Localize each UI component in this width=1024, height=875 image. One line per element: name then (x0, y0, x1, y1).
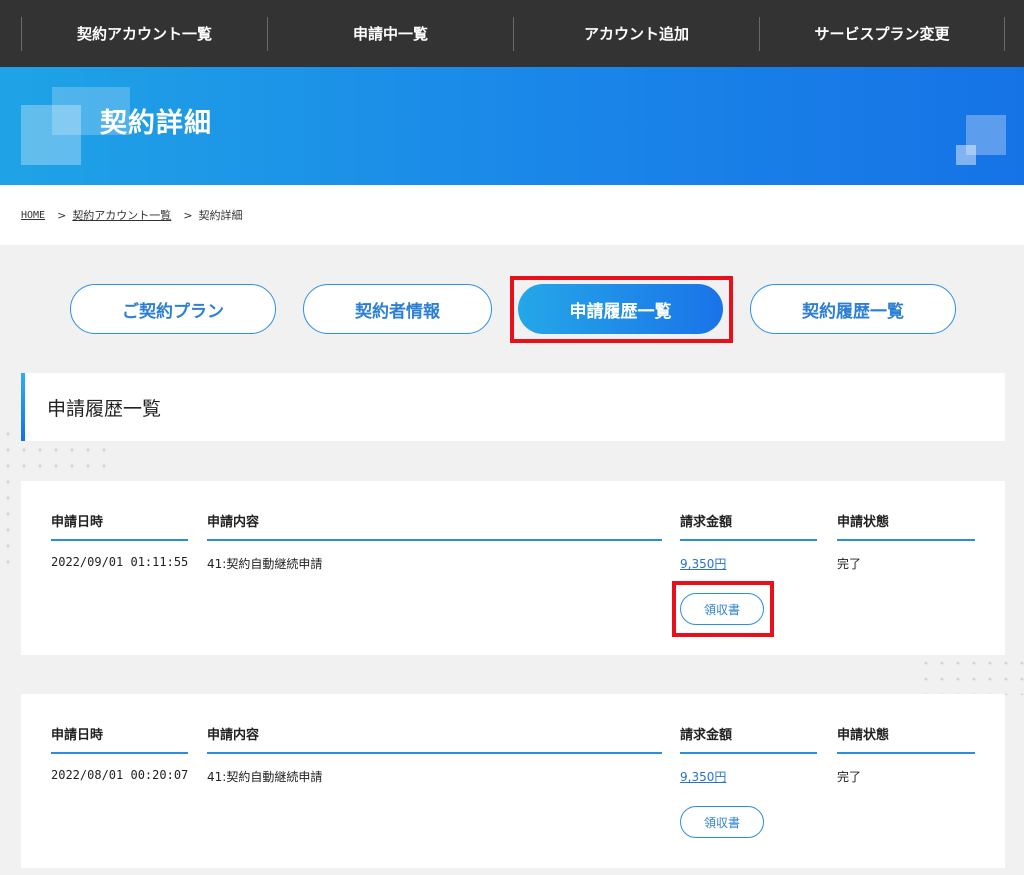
record-amount-link[interactable]: 9,350円 (680, 768, 726, 785)
history-record: 申請日時 申請内容 請求金額 申請状態 2022/08/01 00:20:07 … (21, 694, 1005, 868)
history-record: 申請日時 申請内容 請求金額 申請状態 2022/09/01 01:11:55 … (21, 481, 1005, 655)
breadcrumb-current: 契約詳細 (198, 209, 243, 222)
col-header-content: 申請内容 (207, 724, 662, 754)
nav-item-pending-applications[interactable]: 申請中一覧 (267, 16, 513, 51)
section-heading: 申請履歴一覧 (21, 373, 1005, 441)
top-nav: 契約アカウント一覧 申請中一覧 アカウント追加 サービスプラン変更 (0, 0, 1024, 67)
decor-square (21, 105, 81, 165)
record-date: 2022/09/01 01:11:55 (51, 555, 189, 569)
nav-item-change-plan[interactable]: サービスプラン変更 (759, 16, 1005, 51)
receipt-button[interactable]: 領収書 (680, 806, 764, 838)
record-content: 41:契約自動継続申請 (207, 770, 323, 784)
breadcrumb-separator: > (183, 208, 193, 222)
breadcrumb: HOME > 契約アカウント一覧 > 契約詳細 (0, 185, 1024, 245)
tab-highlight-box (510, 276, 733, 343)
breadcrumb-accounts-link[interactable]: 契約アカウント一覧 (72, 207, 171, 223)
nav-item-contract-accounts[interactable]: 契約アカウント一覧 (21, 16, 267, 51)
col-header-content: 申請内容 (207, 511, 662, 541)
decor-square (956, 145, 976, 165)
record-status: 完了 (837, 557, 862, 571)
record-content: 41:契約自動継続申請 (207, 557, 323, 571)
col-header-amount: 請求金額 (680, 511, 817, 541)
col-header-date: 申請日時 (51, 724, 188, 754)
page-hero: 契約詳細 (0, 67, 1024, 185)
col-header-status: 申請状態 (837, 511, 975, 541)
receipt-highlight-box (672, 581, 774, 637)
breadcrumb-home-link[interactable]: HOME (21, 210, 45, 221)
record-date: 2022/08/01 00:20:07 (51, 768, 189, 782)
tab-contract-history[interactable]: 契約履歴一覧 (750, 284, 956, 334)
col-header-amount: 請求金額 (680, 724, 817, 754)
dot-pattern (918, 655, 1024, 695)
tab-contractor-info[interactable]: 契約者情報 (303, 284, 492, 334)
record-status: 完了 (837, 770, 862, 784)
col-header-status: 申請状態 (837, 724, 975, 754)
record-amount-link[interactable]: 9,350円 (680, 555, 726, 572)
section-title: 申請履歴一覧 (47, 397, 162, 420)
dot-pattern (0, 474, 21, 570)
breadcrumb-separator: > (57, 208, 67, 222)
nav-item-add-account[interactable]: アカウント追加 (513, 16, 759, 51)
tab-contract-plan[interactable]: ご契約プラン (70, 284, 276, 334)
page-title: 契約詳細 (100, 108, 212, 139)
col-header-date: 申請日時 (51, 511, 188, 541)
